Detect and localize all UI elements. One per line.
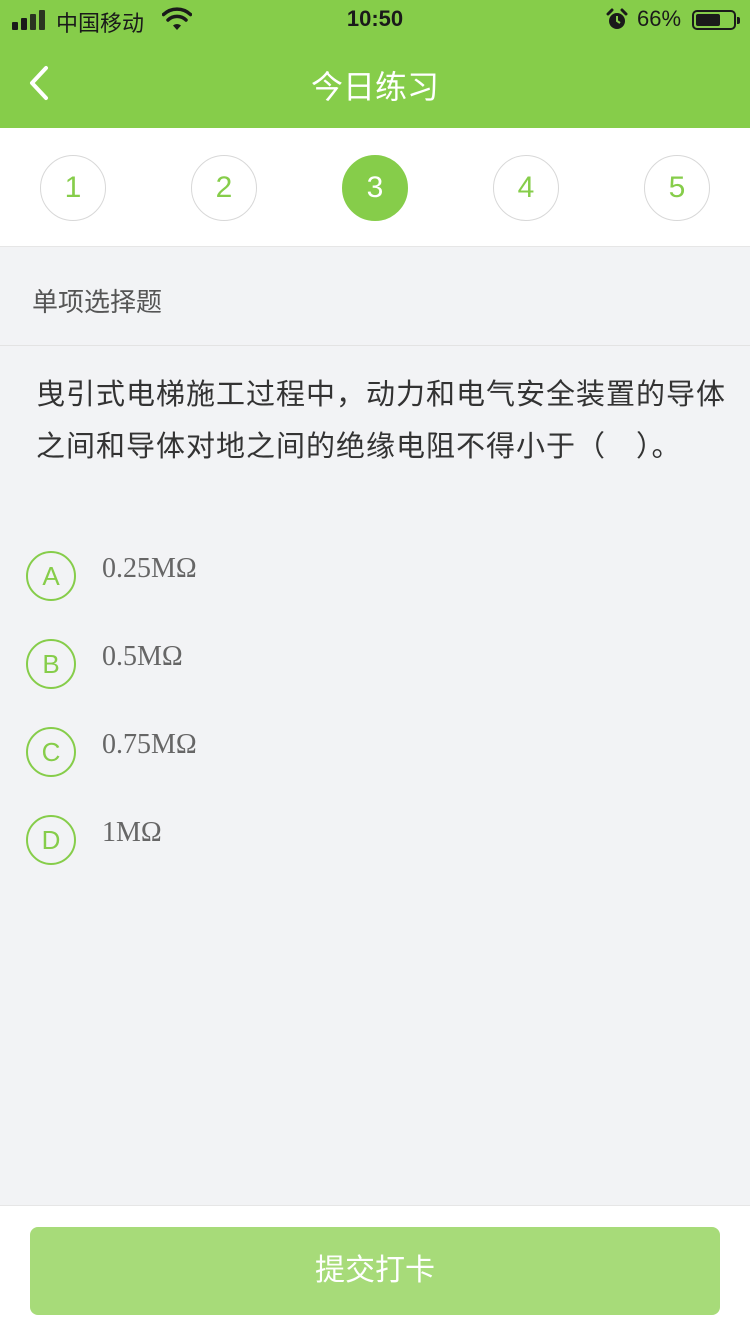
option-letter: D	[26, 815, 76, 865]
app-header: 中国移动 10:50 66% 今日练习	[0, 0, 750, 128]
option-letter: B	[26, 639, 76, 689]
step-5[interactable]: 5	[644, 155, 710, 221]
step-4[interactable]: 4	[493, 155, 559, 221]
option-text: 0.5MΩ	[102, 641, 183, 672]
option-text: 1MΩ	[102, 817, 162, 848]
question-text: 曳引式电梯施工过程中，动力和电气安全装置的导体之间和导体对地之间的绝缘电阻不得小…	[36, 377, 727, 463]
page-title: 今日练习	[310, 68, 439, 106]
option-text: 0.25MΩ	[102, 553, 197, 584]
footer-bar: 提交打卡	[0, 1205, 750, 1334]
alarm-clock-icon	[606, 8, 628, 29]
option-d[interactable]: D 1MΩ	[24, 813, 624, 869]
option-text: 0.75MΩ	[102, 729, 197, 760]
status-bar: 中国移动 10:50 66%	[0, 0, 750, 40]
question-type-header: 单项选择题	[0, 248, 750, 346]
option-b[interactable]: B 0.5MΩ	[24, 637, 624, 693]
option-letter: C	[26, 727, 76, 777]
battery-percent: 66%	[637, 6, 682, 31]
nav-bar: 今日练习	[0, 40, 750, 128]
option-a[interactable]: A 0.25MΩ	[24, 549, 624, 605]
submit-checkin-button[interactable]: 提交打卡	[30, 1227, 720, 1315]
step-1[interactable]: 1	[40, 155, 106, 221]
step-3[interactable]: 3	[342, 155, 408, 221]
battery-icon	[692, 10, 740, 30]
option-c[interactable]: C 0.75MΩ	[24, 725, 624, 781]
step-2[interactable]: 2	[191, 155, 257, 221]
question-type-label: 单项选择题	[32, 288, 163, 318]
option-letter: A	[26, 551, 76, 601]
question-stepper: 1 2 3 4 5	[0, 128, 750, 247]
